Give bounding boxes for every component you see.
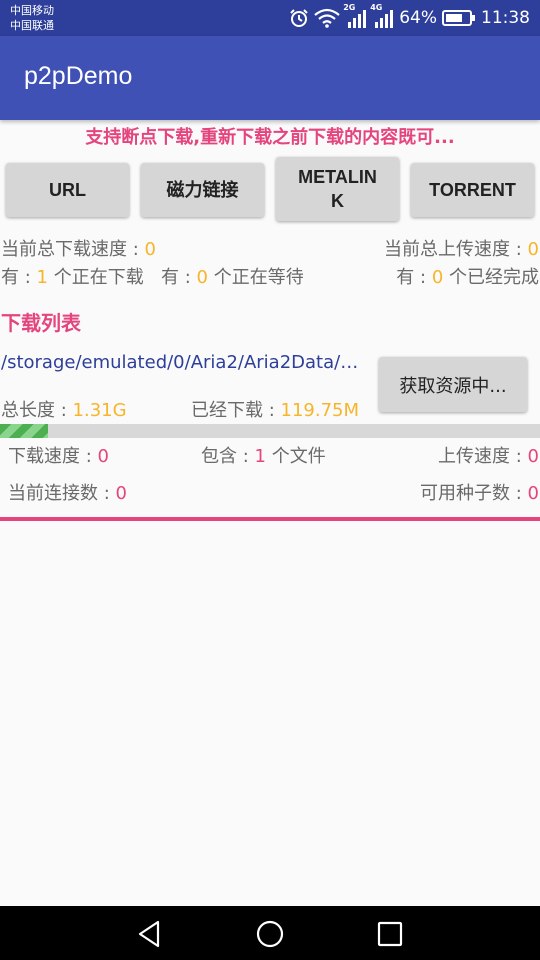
fetch-resource-button[interactable]: 获取资源中... [379, 357, 527, 412]
metalink-button[interactable]: METALIN K [276, 157, 399, 221]
waiting-label: 个正在等待 [207, 267, 304, 288]
signal-4g-icon: 4G [370, 3, 394, 29]
carrier-2: 中国联通 [10, 19, 54, 32]
item-upload-speed-label: 上传速度 : [438, 446, 528, 467]
connection-count-label: 当前连接数 : [8, 483, 116, 504]
have-label-1: 有 : [1, 267, 37, 288]
downloaded-size: 已经下载 : 119.75M [191, 396, 359, 422]
wifi-icon [314, 8, 340, 28]
net-tag-4g: 4G [370, 3, 383, 12]
downloaded-label: 已经下载 : [191, 400, 281, 421]
total-download-value: 0 [144, 239, 156, 260]
battery-icon [442, 9, 476, 27]
item-upload-speed-value: 0 [527, 446, 539, 467]
connection-count-value: 0 [115, 483, 127, 504]
app-title: p2pDemo [24, 62, 133, 90]
alarm-icon [289, 8, 309, 28]
total-size: 总长度 : 1.31G [1, 396, 127, 422]
clock: 11:38 [481, 8, 530, 28]
recents-icon[interactable] [375, 919, 405, 953]
download-progress-bar [0, 424, 540, 438]
net-tag-2g: 2G [343, 3, 356, 12]
torrent-button[interactable]: TORRENT [411, 163, 534, 217]
back-icon[interactable] [135, 919, 165, 953]
downloading-count: 有 : 1 个正在下载 [1, 263, 144, 289]
magnet-link-button[interactable]: 磁力链接 [141, 163, 264, 217]
download-progress-fill [0, 424, 49, 438]
download-path: /storage/emulated/0/Aria2/Aria2Data/Aria… [1, 352, 361, 373]
file-count-value: 1 [254, 446, 266, 467]
total-download-label: 当前总下载速度 : [1, 239, 145, 260]
seed-count: 可用种子数 : 0 [420, 479, 539, 505]
have-label-2: 有 : [161, 267, 197, 288]
seed-count-label: 可用种子数 : [420, 483, 528, 504]
signal-2g-icon: 2G [343, 3, 367, 29]
item-download-speed-value: 0 [97, 446, 109, 467]
item-download-speed: 下载速度 : 0 [8, 442, 109, 468]
total-upload-speed: 当前总上传速度 : 0 [384, 235, 539, 261]
navigation-bar [0, 906, 540, 960]
total-upload-value: 0 [527, 239, 539, 260]
download-list-title: 下载列表 [1, 311, 81, 335]
total-size-value: 1.31G [72, 400, 127, 421]
home-icon[interactable] [255, 919, 285, 953]
file-count: 包含 : 1 个文件 [201, 442, 326, 468]
waiting-count: 有 : 0 个正在等待 [161, 263, 304, 289]
file-count-unit: 个文件 [265, 446, 326, 467]
seed-count-value: 0 [527, 483, 539, 504]
resume-tip: 支持断点下载,重新下载之前下载的内容既可... [85, 127, 455, 148]
item-divider [0, 517, 540, 521]
completed-count: 有 : 0 个已经完成 [396, 263, 539, 289]
carrier-1: 中国移动 [10, 4, 54, 17]
have-label-3: 有 : [396, 267, 432, 288]
total-size-label: 总长度 : [1, 400, 73, 421]
file-count-label: 包含 : [201, 446, 255, 467]
battery-percent: 64% [399, 8, 437, 28]
item-upload-speed: 上传速度 : 0 [438, 442, 539, 468]
downloaded-value: 119.75M [280, 400, 360, 421]
completed-value: 0 [431, 267, 444, 288]
url-button[interactable]: URL [6, 163, 129, 217]
status-bar: 中国移动 中国联通 2G 4G 64% 11:38 [0, 0, 540, 36]
total-upload-label: 当前总上传速度 : [384, 239, 528, 260]
waiting-value: 0 [196, 267, 208, 288]
downloading-label: 个正在下载 [47, 267, 144, 288]
downloading-value: 1 [36, 267, 48, 288]
item-download-speed-label: 下载速度 : [8, 446, 98, 467]
status-icons: 2G 4G 64% 11:38 [289, 3, 530, 30]
connection-count: 当前连接数 : 0 [8, 479, 127, 505]
total-download-speed: 当前总下载速度 : 0 [1, 235, 156, 261]
completed-label: 个已经完成 [443, 267, 539, 288]
carrier-names: 中国移动 中国联通 [10, 3, 54, 33]
app-bar: p2pDemo [0, 36, 540, 120]
